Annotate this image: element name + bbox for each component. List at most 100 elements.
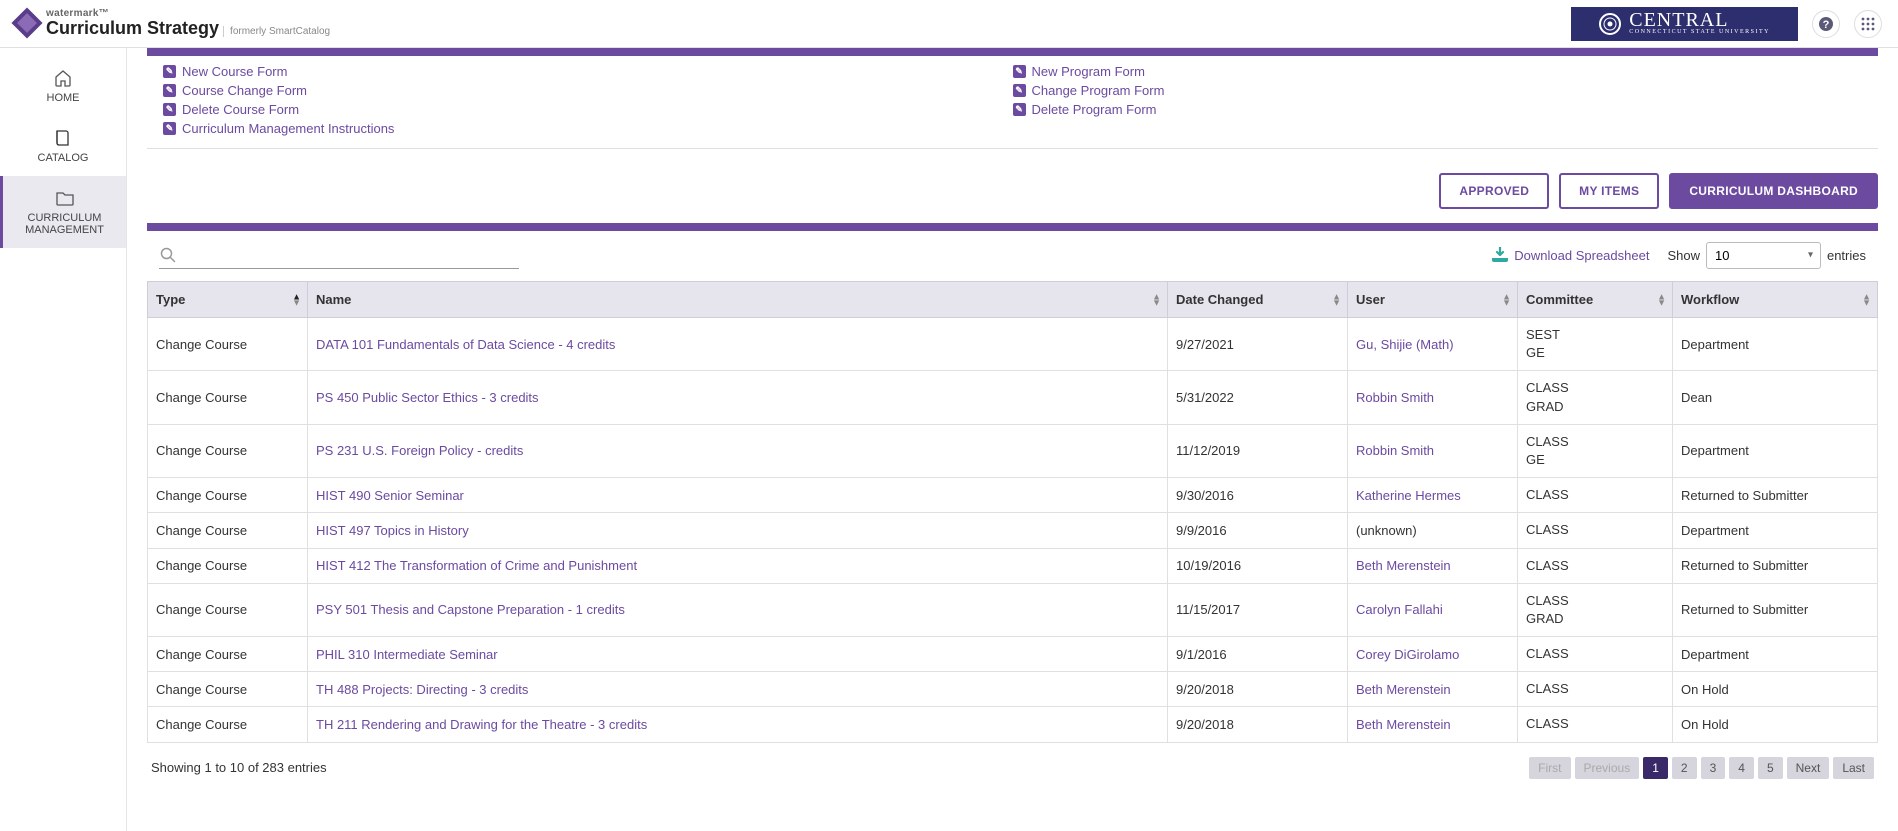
download-icon [1491, 247, 1509, 263]
form-link-label: Curriculum Management Instructions [182, 121, 394, 136]
cell-committee: CLASSGRAD [1518, 583, 1673, 636]
cell-user[interactable]: Carolyn Fallahi [1348, 583, 1518, 636]
column-header-label: Type [156, 292, 185, 307]
pager-next[interactable]: Next [1787, 757, 1830, 779]
logo-text: watermark™ Curriculum Strategy formerly … [46, 8, 330, 39]
cell-type: Change Course [148, 318, 308, 371]
cell-committee: CLASSGRAD [1518, 371, 1673, 424]
institution-name: CENTRAL [1629, 11, 1770, 30]
page-size-select[interactable]: 10 [1706, 242, 1821, 269]
institution-subtitle: CONNECTICUT STATE UNIVERSITY [1629, 30, 1770, 36]
apps-button[interactable] [1854, 10, 1882, 38]
column-header-date-changed[interactable]: Date Changed▲▼ [1168, 282, 1348, 318]
help-button[interactable]: ? [1812, 10, 1840, 38]
cell-date: 9/9/2016 [1168, 513, 1348, 548]
sort-icon: ▲▼ [1152, 293, 1161, 306]
view-buttons-row: APPROVED MY ITEMS CURRICULUM DASHBOARD [147, 149, 1878, 223]
logo-product: Curriculum Strategy [46, 19, 219, 39]
cell-name[interactable]: PS 450 Public Sector Ethics - 3 credits [308, 371, 1168, 424]
main-content: ✎New Course Form✎Course Change Form✎Dele… [127, 48, 1898, 831]
column-header-workflow[interactable]: Workflow▲▼ [1673, 282, 1878, 318]
form-link[interactable]: ✎Change Program Form [1013, 81, 1863, 100]
search-icon [159, 246, 177, 264]
form-links-right-column: ✎New Program Form✎Change Program Form✎De… [1013, 62, 1863, 138]
cell-type: Change Course [148, 548, 308, 583]
cell-name[interactable]: PS 231 U.S. Foreign Policy - credits [308, 424, 1168, 477]
curriculum-dashboard-button[interactable]: CURRICULUM DASHBOARD [1669, 173, 1878, 209]
cell-committee: CLASS [1518, 478, 1673, 513]
sidebar-item-label: CURRICULUM MANAGEMENT [9, 212, 120, 236]
cell-name[interactable]: HIST 490 Senior Seminar [308, 478, 1168, 513]
cell-name[interactable]: PSY 501 Thesis and Capstone Preparation … [308, 583, 1168, 636]
edit-icon: ✎ [1013, 84, 1026, 97]
sort-icon: ▲▼ [1332, 293, 1341, 306]
form-link-label: Delete Course Form [182, 102, 299, 117]
column-header-committee[interactable]: Committee▲▼ [1518, 282, 1673, 318]
cell-name[interactable]: PHIL 310 Intermediate Seminar [308, 637, 1168, 672]
cell-name[interactable]: TH 488 Projects: Directing - 3 credits [308, 672, 1168, 707]
column-header-type[interactable]: Type▲▼ [148, 282, 308, 318]
download-spreadsheet-link[interactable]: Download Spreadsheet [1491, 247, 1649, 263]
cell-user[interactable]: Corey DiGirolamo [1348, 637, 1518, 672]
pager-last[interactable]: Last [1833, 757, 1874, 779]
pager-first: First [1529, 757, 1570, 779]
cell-user[interactable]: Beth Merenstein [1348, 548, 1518, 583]
cell-type: Change Course [148, 637, 308, 672]
form-link[interactable]: ✎Delete Program Form [1013, 100, 1863, 119]
cell-type: Change Course [148, 513, 308, 548]
pager-page-4[interactable]: 4 [1729, 757, 1754, 779]
cell-type: Change Course [148, 424, 308, 477]
cell-user[interactable]: Beth Merenstein [1348, 707, 1518, 742]
cell-committee: CLASS [1518, 513, 1673, 548]
cell-committee: CLASS [1518, 672, 1673, 707]
cell-user[interactable]: Katherine Hermes [1348, 478, 1518, 513]
form-link[interactable]: ✎Curriculum Management Instructions [163, 119, 1013, 138]
column-header-name[interactable]: Name▲▼ [308, 282, 1168, 318]
search-input[interactable] [183, 243, 519, 266]
column-header-label: Workflow [1681, 292, 1739, 307]
form-links-left-column: ✎New Course Form✎Course Change Form✎Dele… [163, 62, 1013, 138]
form-link[interactable]: ✎Delete Course Form [163, 100, 1013, 119]
home-icon [53, 68, 73, 88]
cell-name[interactable]: HIST 497 Topics in History [308, 513, 1168, 548]
cell-name[interactable]: DATA 101 Fundamentals of Data Science - … [308, 318, 1168, 371]
sidebar-item-home[interactable]: HOME [0, 56, 126, 116]
form-link[interactable]: ✎New Course Form [163, 62, 1013, 81]
table-row: Change CourseDATA 101 Fundamentals of Da… [148, 318, 1878, 371]
form-link-label: New Course Form [182, 64, 287, 79]
my-items-button[interactable]: MY ITEMS [1559, 173, 1659, 209]
institution-banner: CENTRAL CONNECTICUT STATE UNIVERSITY [1571, 7, 1798, 41]
cell-workflow: Department [1673, 513, 1878, 548]
cell-date: 5/31/2022 [1168, 371, 1348, 424]
cell-user[interactable]: Robbin Smith [1348, 424, 1518, 477]
cell-user[interactable]: Robbin Smith [1348, 371, 1518, 424]
cell-name[interactable]: TH 211 Rendering and Drawing for the The… [308, 707, 1168, 742]
cell-workflow: Returned to Submitter [1673, 478, 1878, 513]
form-link[interactable]: ✎New Program Form [1013, 62, 1863, 81]
pager-page-3[interactable]: 3 [1701, 757, 1726, 779]
page-size-group: Show 10 ▾ entries [1667, 242, 1866, 269]
approved-button[interactable]: APPROVED [1439, 173, 1549, 209]
form-link[interactable]: ✎Course Change Form [163, 81, 1013, 100]
header-right: CENTRAL CONNECTICUT STATE UNIVERSITY ? [1571, 7, 1882, 41]
pager-page-5[interactable]: 5 [1758, 757, 1783, 779]
sidebar-item-curriculum-management[interactable]: CURRICULUM MANAGEMENT [0, 176, 126, 248]
pager: FirstPrevious12345NextLast [1529, 757, 1874, 779]
pager-previous: Previous [1575, 757, 1640, 779]
download-label: Download Spreadsheet [1514, 248, 1649, 263]
cell-date: 9/27/2021 [1168, 318, 1348, 371]
column-header-user[interactable]: User▲▼ [1348, 282, 1518, 318]
sidebar-item-catalog[interactable]: CATALOG [0, 116, 126, 176]
cell-name[interactable]: HIST 412 The Transformation of Crime and… [308, 548, 1168, 583]
cell-user[interactable]: Beth Merenstein [1348, 672, 1518, 707]
cell-user[interactable]: Gu, Shijie (Math) [1348, 318, 1518, 371]
pager-page-1[interactable]: 1 [1643, 757, 1668, 779]
showing-entries-label: Showing 1 to 10 of 283 entries [151, 760, 327, 775]
pager-page-2[interactable]: 2 [1672, 757, 1697, 779]
cell-date: 9/20/2018 [1168, 707, 1348, 742]
cell-workflow: On Hold [1673, 707, 1878, 742]
table-row: Change CoursePHIL 310 Intermediate Semin… [148, 637, 1878, 672]
entries-label: entries [1827, 248, 1866, 263]
cell-type: Change Course [148, 478, 308, 513]
cell-workflow: Dean [1673, 371, 1878, 424]
